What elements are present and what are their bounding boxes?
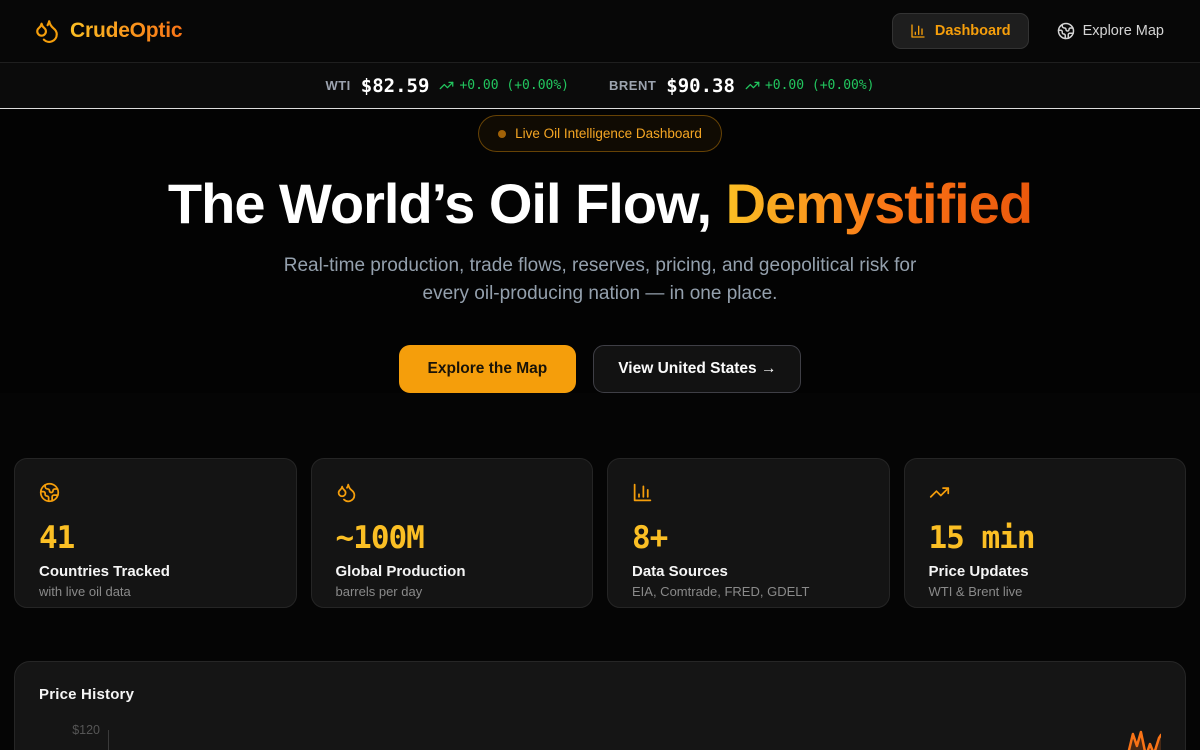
stat-value: 15 min (929, 520, 1162, 556)
bar-chart-icon (910, 23, 926, 39)
stat-card-production: ~100M Global Production barrels per day (311, 458, 594, 608)
stat-subtext: with live oil data (39, 584, 272, 599)
price-history-card: Price History $120 (14, 661, 1186, 750)
globe-icon (1057, 22, 1075, 40)
chart-plot-area[interactable] (108, 730, 1161, 750)
stat-label: Data Sources (632, 563, 865, 580)
bar-chart-icon (632, 482, 653, 503)
dashboard-button[interactable]: Dashboard (892, 13, 1029, 49)
dashboard-button-label: Dashboard (935, 23, 1011, 39)
page-subtitle-line1: Real-time production, trade flows, reser… (0, 252, 1200, 281)
nav-links: Dashboard Explore Map (892, 13, 1164, 49)
wti-ticker: WTI $82.59 +0.00 (+0.00%) (325, 75, 569, 97)
brent-change: +0.00 (+0.00%) (745, 78, 875, 93)
stat-label: Countries Tracked (39, 563, 272, 580)
hero-cta-row: Explore the Map View United States → (0, 345, 1200, 393)
wti-label: WTI (325, 78, 350, 93)
page-subtitle: Real-time production, trade flows, reser… (0, 252, 1200, 309)
brent-ticker: BRENT $90.38 +0.00 (+0.00%) (609, 75, 875, 97)
navbar: CrudeOptic Dashboard Explore Map (0, 0, 1200, 63)
trending-up-icon (929, 482, 950, 503)
hero-section: Live Oil Intelligence Dashboard The Worl… (0, 109, 1200, 393)
globe-icon (39, 482, 60, 503)
price-history-title: Price History (39, 686, 1161, 703)
page-title: The World’s Oil Flow, Demystified (0, 173, 1200, 235)
stat-value: 8+ (632, 520, 865, 556)
brent-label: BRENT (609, 78, 656, 93)
droplets-icon (34, 18, 60, 44)
stat-value: 41 (39, 520, 272, 556)
explore-map-button[interactable]: Explore the Map (399, 345, 577, 393)
view-united-states-button[interactable]: View United States → (593, 345, 801, 393)
page-subtitle-line2: every oil-producing nation — in one plac… (0, 280, 1200, 309)
explore-map-label: Explore Map (1083, 23, 1164, 39)
y-axis-labels: $120 (39, 730, 108, 750)
wti-change: +0.00 (+0.00%) (439, 78, 569, 93)
status-dot-icon (498, 130, 506, 138)
droplets-icon (336, 482, 357, 503)
live-badge-label: Live Oil Intelligence Dashboard (515, 126, 702, 141)
explore-map-link[interactable]: Explore Map (1057, 22, 1164, 40)
stat-value: ~100M (336, 520, 569, 556)
price-history-chart: $120 (39, 730, 1161, 750)
trending-up-icon (745, 78, 760, 93)
stats-row: 41 Countries Tracked with live oil data … (14, 458, 1186, 608)
stat-label: Price Updates (929, 563, 1162, 580)
stat-card-sources: 8+ Data Sources EIA, Comtrade, FRED, GDE… (607, 458, 890, 608)
price-ticker-bar: WTI $82.59 +0.00 (+0.00%) BRENT $90.38 +… (0, 63, 1200, 109)
y-axis-tick: $120 (39, 723, 100, 737)
wti-price: $82.59 (361, 75, 430, 97)
brent-change-text: +0.00 (+0.00%) (765, 78, 875, 93)
stat-card-updates: 15 min Price Updates WTI & Brent live (904, 458, 1187, 608)
brent-price: $90.38 (666, 75, 735, 97)
stat-subtext: barrels per day (336, 584, 569, 599)
brand-name: CrudeOptic (70, 19, 182, 43)
stat-label: Global Production (336, 563, 569, 580)
stat-subtext: WTI & Brent live (929, 584, 1162, 599)
live-badge: Live Oil Intelligence Dashboard (478, 115, 722, 152)
page-title-main: The World’s Oil Flow, (168, 172, 726, 235)
page-title-accent: Demystified (726, 172, 1032, 235)
stat-subtext: EIA, Comtrade, FRED, GDELT (632, 584, 865, 599)
wti-change-text: +0.00 (+0.00%) (459, 78, 569, 93)
price-line-chart (109, 730, 1161, 750)
stat-card-countries: 41 Countries Tracked with live oil data (14, 458, 297, 608)
trending-up-icon (439, 78, 454, 93)
brand-logo[interactable]: CrudeOptic (34, 18, 182, 44)
